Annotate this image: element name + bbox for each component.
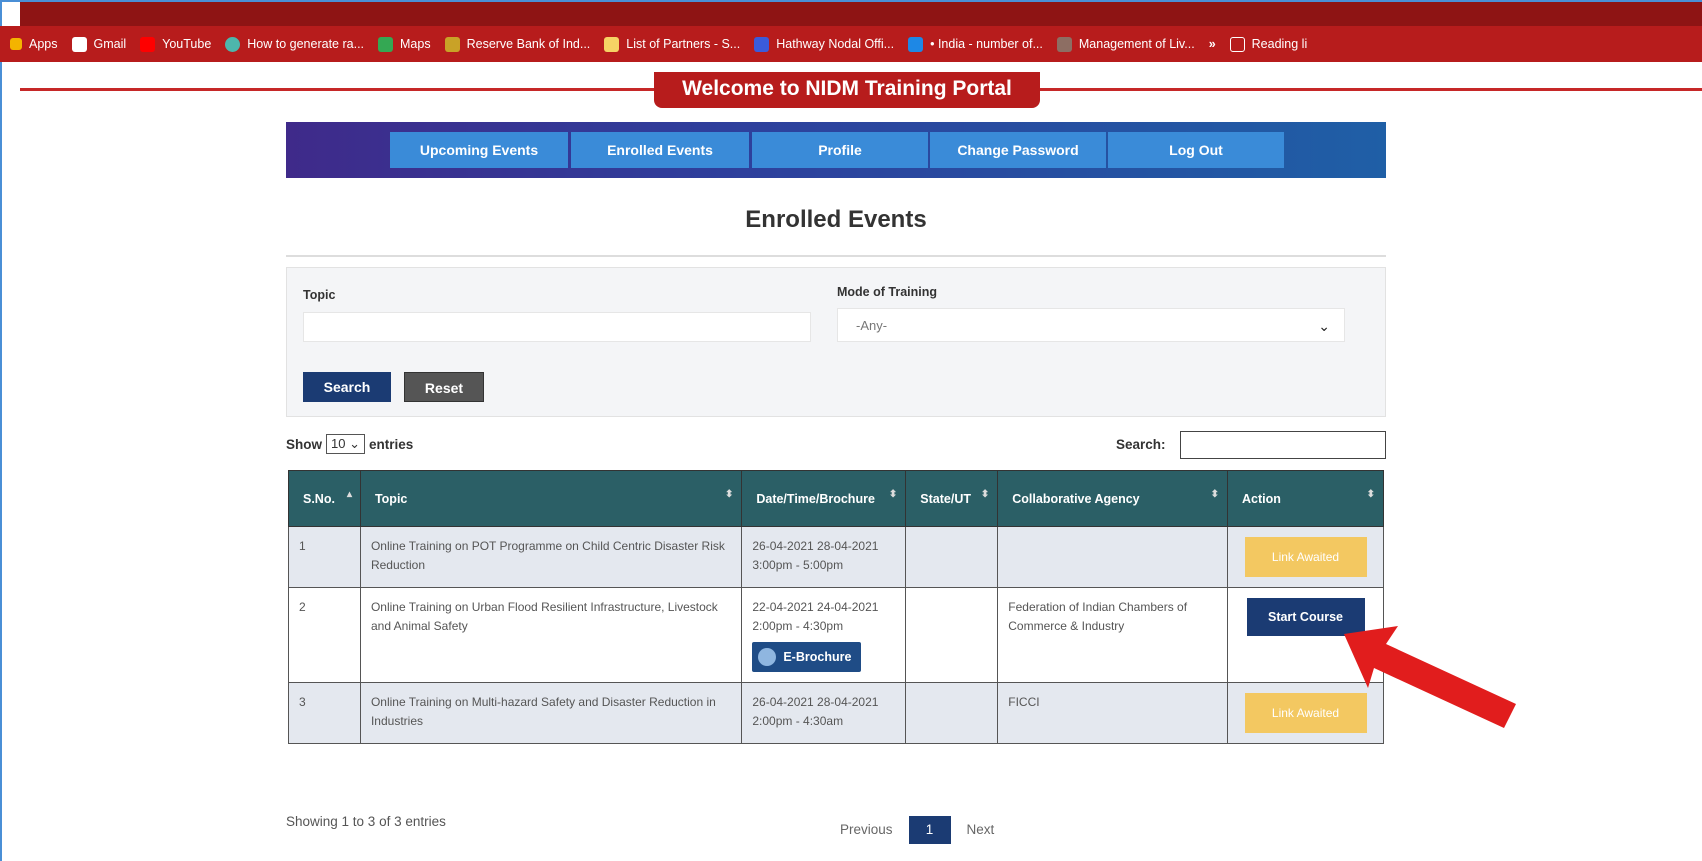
bookmarks-overflow[interactable]: »	[1209, 37, 1216, 51]
pagination: Previous 1 Next	[840, 816, 995, 844]
column-action[interactable]: Action ⬍	[1227, 470, 1384, 527]
cell-topic: Online Training on Urban Flood Resilient…	[359, 587, 743, 683]
column-agency[interactable]: Collaborative Agency ⬍	[997, 470, 1228, 527]
column-topic[interactable]: Topic ⬍	[359, 470, 743, 527]
welcome-banner: Welcome to NIDM Training Portal	[654, 72, 1040, 108]
topic-label: Topic	[303, 288, 336, 302]
next-button[interactable]: Next	[967, 822, 995, 837]
apps-icon	[10, 38, 22, 50]
table-row: 2 Online Training on Urban Flood Resilie…	[288, 587, 1384, 683]
reset-button[interactable]: Reset	[404, 372, 484, 402]
reading-list-icon	[1229, 36, 1245, 52]
nav-log-out[interactable]: Log Out	[1108, 132, 1284, 168]
nav-enrolled-events[interactable]: Enrolled Events	[571, 132, 749, 168]
cell-sno: 2	[288, 587, 361, 683]
column-sno[interactable]: S.No. ▴	[288, 470, 361, 527]
bookmark-reading-list[interactable]: Reading li	[1229, 36, 1307, 52]
chart-icon	[908, 36, 924, 52]
table-row: 3 Online Training on Multi-hazard Safety…	[288, 682, 1384, 744]
maps-icon	[378, 36, 394, 52]
main-nav: Upcoming Events Enrolled Events Profile …	[286, 122, 1386, 178]
link-awaited-button: Link Awaited	[1244, 537, 1367, 577]
cell-agency	[997, 526, 1228, 588]
table-search-input[interactable]	[1180, 431, 1386, 459]
table-header-row: S.No. ▴ Topic ⬍ Date/Time/Brochure ⬍ State/…	[288, 470, 1384, 527]
browser-toolbar	[20, 2, 1702, 26]
previous-button[interactable]: Previous	[840, 822, 893, 837]
partners-icon	[604, 36, 620, 52]
cell-agency: Federation of Indian Chambers of Commerc…	[997, 587, 1228, 683]
mode-select[interactable]: -Any- ⌄	[837, 308, 1345, 342]
chevron-down-icon: ⌄	[1318, 318, 1330, 334]
bookmark-hathway[interactable]: Hathway Nodal Offi...	[754, 36, 894, 52]
cell-topic: Online Training on POT Programme on Chil…	[359, 526, 743, 588]
entries-select[interactable]: 10 ⌄	[326, 434, 365, 454]
e-brochure-button[interactable]: E-Brochure	[752, 642, 862, 672]
bookmark-management[interactable]: Management of Liv...	[1056, 36, 1195, 52]
sort-icon: ▴	[346, 489, 352, 500]
brochure-icon	[758, 648, 777, 666]
column-date[interactable]: Date/Time/Brochure ⬍	[741, 470, 907, 527]
sort-icon: ⬍	[1366, 489, 1375, 500]
cell-topic: Online Training on Multi-hazard Safety a…	[359, 682, 743, 744]
table-search-label: Search:	[1116, 437, 1166, 452]
entries-label: entries	[369, 436, 414, 452]
bookmark-maps[interactable]: Maps	[378, 36, 431, 52]
cell-date: 26-04-2021 28-04-2021 2:00pm - 4:30am	[741, 682, 907, 744]
cell-agency: FICCI	[997, 682, 1228, 744]
bookmark-apps[interactable]: Apps	[10, 37, 58, 51]
hathway-icon	[754, 36, 770, 52]
nav-upcoming-events[interactable]: Upcoming Events	[390, 132, 568, 168]
topic-input[interactable]	[303, 312, 811, 342]
cell-sno: 3	[288, 682, 361, 744]
gmail-icon	[71, 36, 87, 52]
bookmark-list-of-partners[interactable]: List of Partners - S...	[604, 36, 740, 52]
bookmark-how-to-generate[interactable]: How to generate ra...	[225, 36, 364, 52]
table-info: Showing 1 to 3 of 3 entries	[286, 814, 446, 829]
filter-panel: Topic Mode of Training -Any- ⌄ Search Re…	[286, 267, 1386, 417]
sort-icon: ⬍	[980, 489, 990, 500]
cell-state	[905, 682, 999, 744]
cell-action: Link Awaited	[1227, 526, 1384, 588]
entries-length-control: Show 10 ⌄ entries	[286, 434, 413, 454]
cell-state	[905, 587, 999, 683]
cell-date: 22-04-2021 24-04-2021 2:00pm - 4:30pm E-B…	[741, 587, 907, 683]
table-row: 1 Online Training on POT Programme on Ch…	[288, 526, 1384, 588]
annotation-arrow-icon	[1344, 626, 1516, 728]
cell-state	[905, 526, 999, 588]
sort-icon: ⬍	[724, 489, 734, 500]
youtube-icon	[140, 36, 156, 52]
enrolled-events-table: S.No. ▴ Topic ⬍ Date/Time/Brochure ⬍ State/…	[288, 470, 1384, 744]
nav-profile[interactable]: Profile	[752, 132, 928, 168]
chevron-down-icon: ⌄	[349, 436, 360, 451]
nav-change-password[interactable]: Change Password	[930, 132, 1106, 168]
cell-date: 26-04-2021 28-04-2021 3:00pm - 5:00pm	[741, 526, 907, 588]
show-label: Show	[286, 436, 322, 452]
sort-icon: ⬍	[1210, 489, 1219, 500]
arrow-shape	[1344, 626, 1516, 728]
globe-icon	[225, 36, 241, 52]
bookmarks-bar: Apps Gmail YouTube How to generate ra...…	[0, 26, 1702, 62]
bookmark-rbi[interactable]: Reserve Bank of Ind...	[444, 36, 590, 52]
bookmark-india-number[interactable]: • India - number of...	[908, 36, 1043, 52]
sort-icon: ⬍	[888, 489, 898, 500]
search-button[interactable]: Search	[303, 372, 391, 402]
bookmark-youtube[interactable]: YouTube	[140, 36, 211, 52]
page-1-button[interactable]: 1	[908, 816, 951, 844]
rbi-icon	[444, 36, 460, 52]
mode-label: Mode of Training	[837, 285, 937, 299]
title-divider	[286, 255, 1386, 257]
doc-icon	[1056, 36, 1072, 52]
page-title: Enrolled Events	[745, 206, 927, 233]
column-state[interactable]: State/UT ⬍	[905, 470, 999, 527]
mode-select-value: -Any-	[856, 318, 888, 333]
bookmark-gmail[interactable]: Gmail	[71, 36, 126, 52]
cell-sno: 1	[288, 526, 361, 588]
